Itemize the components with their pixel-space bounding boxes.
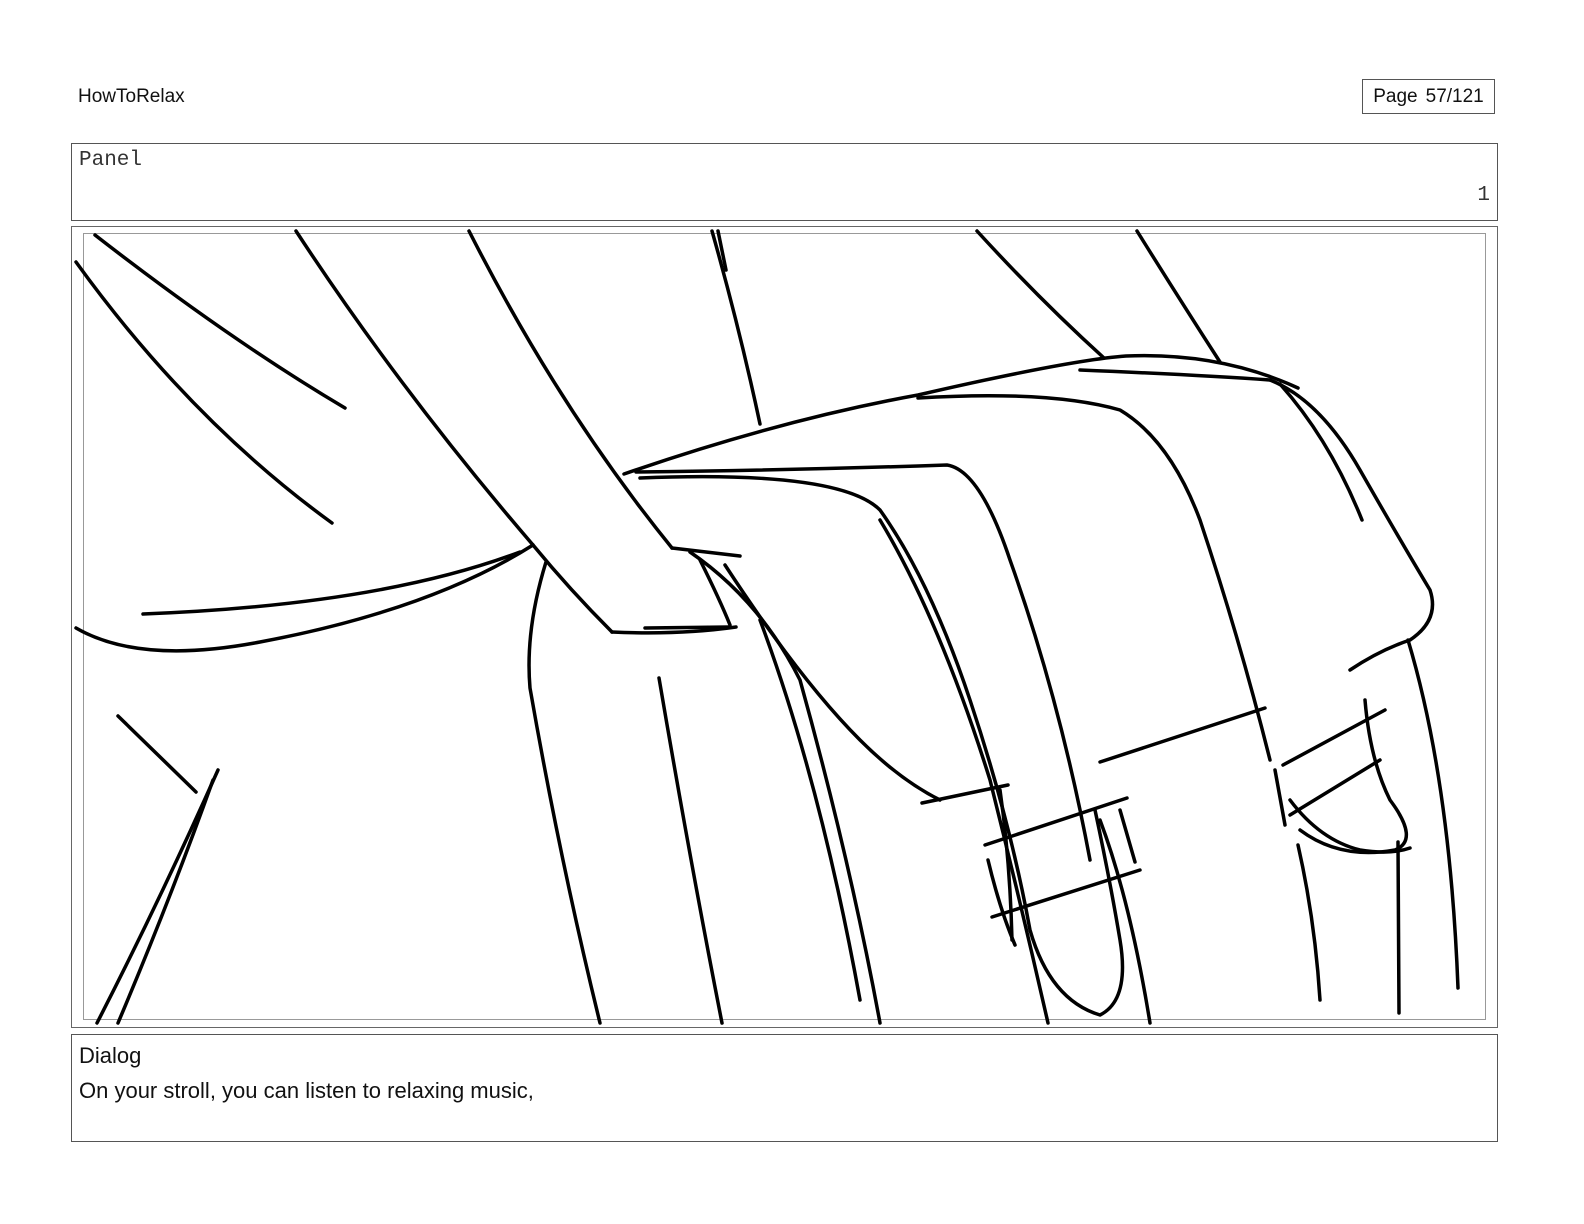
panel-header: Panel 1: [71, 143, 1498, 221]
page-counter: Page 57/121: [1362, 79, 1495, 114]
project-title: HowToRelax: [78, 86, 185, 107]
dialog-text: On your stroll, you can listen to relaxi…: [79, 1078, 534, 1103]
page-number: 57/121: [1425, 85, 1484, 107]
panel-number: 1: [1477, 184, 1490, 207]
page-label: Page: [1373, 85, 1418, 107]
panel-label: Panel: [79, 149, 143, 172]
storyboard-sketch: [74, 229, 1460, 1025]
dialog-box: Dialog On your stroll, you can listen to…: [71, 1034, 1498, 1142]
dialog-label: Dialog: [79, 1043, 142, 1068]
